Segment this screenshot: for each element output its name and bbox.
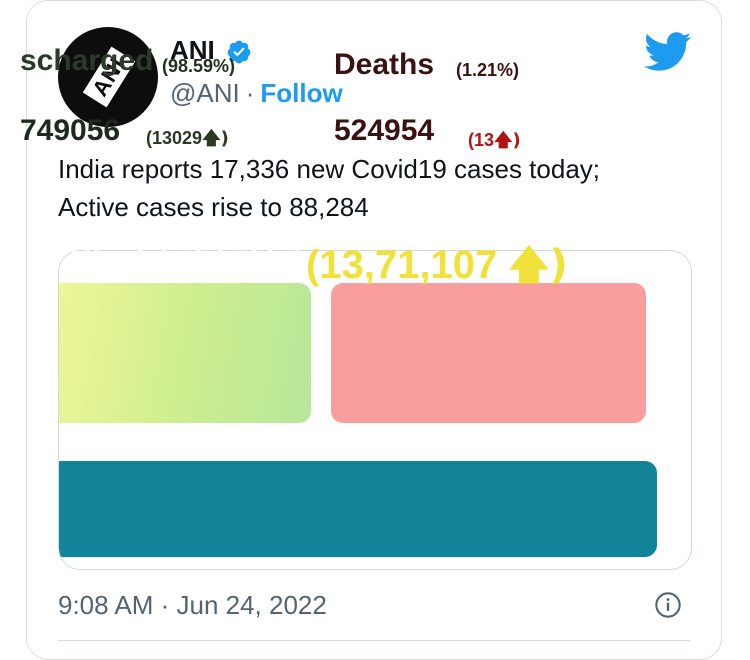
discharged-title: scharged	[20, 44, 154, 77]
up-arrow-icon: 🡅)	[202, 128, 229, 149]
deaths-panel	[331, 283, 646, 423]
deaths-count: 524954	[334, 114, 435, 147]
discharged-change: (13029🡅)	[146, 128, 229, 149]
discharged-percent: (98.59%)	[162, 56, 236, 76]
deaths-change: (13🡅)	[468, 130, 521, 151]
deaths-title: Deaths	[334, 48, 435, 81]
divider	[58, 640, 690, 641]
info-icon[interactable]	[654, 591, 682, 619]
tweet-text: India reports 17,336 new Covid19 cases t…	[58, 150, 600, 226]
vaccination-change: (13,71,107 🡅)	[306, 242, 568, 288]
deaths-percent: (1.21%)	[456, 60, 520, 80]
tweet-timestamp[interactable]: 9:08 AM · Jun 24, 2022	[58, 590, 327, 621]
twitter-logo-icon[interactable]	[644, 32, 692, 72]
handle-row: @ANI · Follow	[170, 78, 343, 109]
up-arrow-icon: 🡅)	[508, 242, 568, 288]
tweet-line-2: Active cases rise to 88,284	[58, 192, 369, 222]
discharged-count: 749056	[20, 114, 121, 147]
discharged-panel	[59, 283, 311, 423]
vaccination-total: : 1,96,77,33,217	[14, 236, 304, 280]
vaccination-panel	[59, 461, 657, 557]
follow-button[interactable]: Follow	[260, 78, 342, 108]
author-handle[interactable]: @ANI	[170, 78, 240, 108]
up-arrow-icon: 🡅)	[494, 130, 521, 151]
separator-dot: ·	[245, 78, 255, 108]
